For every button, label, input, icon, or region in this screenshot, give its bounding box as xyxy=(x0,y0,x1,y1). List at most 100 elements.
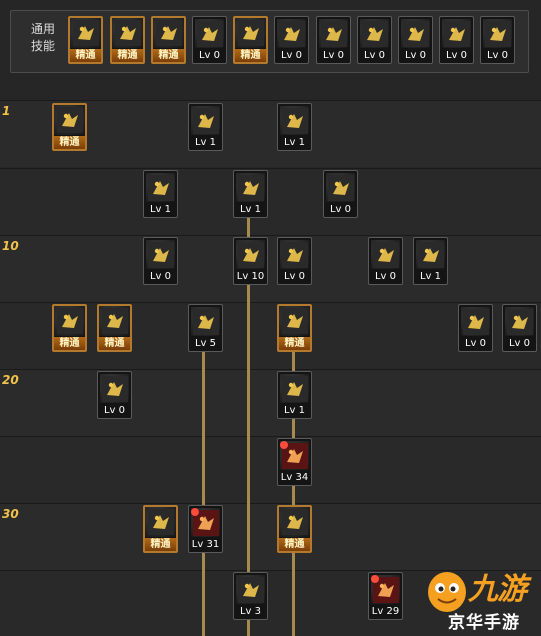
common-skill-button[interactable]: 精通 xyxy=(233,16,268,64)
common-skill-button[interactable]: Lv 0 xyxy=(192,16,227,64)
aura-man-icon xyxy=(442,19,471,48)
common-skill-button[interactable]: Lv 0 xyxy=(316,16,351,64)
watermark-caption: 京华手游 xyxy=(448,613,520,633)
skill-button[interactable]: Lv 0 xyxy=(458,304,493,352)
skill-level-label: Lv 0 xyxy=(283,271,306,282)
common-skill-button[interactable]: Lv 0 xyxy=(439,16,474,64)
skill-button[interactable]: Lv 1 xyxy=(413,237,448,285)
skill-level-label: Lv 1 xyxy=(283,405,306,416)
common-skill-button[interactable]: 精通 xyxy=(110,16,145,64)
tree-connector xyxy=(292,484,295,505)
grenade-throw-icon xyxy=(319,19,348,48)
skill-level-label: Lv 0 xyxy=(280,50,303,61)
skill-level-label: Lv 0 xyxy=(329,204,352,215)
skill-level-label: Lv 0 xyxy=(322,50,345,61)
common-skill-button[interactable]: Lv 0 xyxy=(398,16,433,64)
skill-button[interactable]: Lv 34 xyxy=(277,438,312,486)
skill-level-label: Lv 0 xyxy=(508,338,531,349)
skill-button[interactable]: Lv 1 xyxy=(143,170,178,218)
skill-level-label: 精通 xyxy=(235,49,266,62)
skill-level-label: Lv 0 xyxy=(363,50,386,61)
gear-man-icon xyxy=(360,19,389,48)
skill-level-label: 精通 xyxy=(54,136,85,149)
burst-icon xyxy=(146,173,175,202)
skill-level-label: Lv 1 xyxy=(149,204,172,215)
tree-row: 10 xyxy=(0,235,541,302)
skill-level-label: Lv 0 xyxy=(464,338,487,349)
turret-icon xyxy=(326,173,355,202)
spin-shot-icon xyxy=(100,374,129,403)
wings-icon xyxy=(195,19,224,48)
common-skill-button[interactable]: Lv 0 xyxy=(480,16,515,64)
skill-button[interactable]: Lv 1 xyxy=(188,103,223,151)
grenade-icon xyxy=(505,307,534,336)
skill-level-label: Lv 5 xyxy=(194,338,217,349)
skill-button[interactable]: Lv 31 xyxy=(188,505,223,553)
gatling-icon xyxy=(99,306,130,336)
skill-button[interactable]: 精通 xyxy=(97,304,132,352)
rocket-icon xyxy=(279,306,310,336)
common-skills-label: 通用 技能 xyxy=(30,22,55,53)
skill-button[interactable]: 精通 xyxy=(277,304,312,352)
common-skill-button[interactable]: Lv 0 xyxy=(357,16,392,64)
skill-button[interactable]: 精通 xyxy=(52,304,87,352)
skill-level-label: Lv 0 xyxy=(103,405,126,416)
skill-button[interactable]: Lv 0 xyxy=(277,237,312,285)
skill-level-label: Lv 10 xyxy=(236,271,265,282)
flag-icon xyxy=(461,307,490,336)
bullet-rush-icon xyxy=(236,173,265,202)
skill-button[interactable]: Lv 1 xyxy=(277,103,312,151)
common-skill-button[interactable]: Lv 0 xyxy=(274,16,309,64)
explosion-icon xyxy=(236,240,265,269)
skill-button[interactable]: 精通 xyxy=(52,103,87,151)
row-level-label: 1 xyxy=(2,104,11,118)
skill-level-label: Lv 34 xyxy=(280,472,309,483)
spear-icon xyxy=(280,240,309,269)
skill-level-label: Lv 0 xyxy=(404,50,427,61)
row-level-label: 10 xyxy=(2,239,19,253)
skill-level-label: Lv 1 xyxy=(419,271,442,282)
tree-row xyxy=(0,436,541,503)
skill-button[interactable]: Lv 10 xyxy=(233,237,268,285)
shells-icon xyxy=(236,575,265,604)
skill-level-label: 精通 xyxy=(99,337,130,350)
skill-button[interactable]: Lv 0 xyxy=(97,371,132,419)
skill-tree-window: 通用 技能 精通 精通 精通 Lv 0 精通 Lv 0 Lv 0 Lv 0 Lv… xyxy=(0,0,541,636)
row-level-label: 30 xyxy=(2,507,19,521)
skill-level-label: 精通 xyxy=(279,538,310,551)
skill-button[interactable]: Lv 5 xyxy=(188,304,223,352)
skill-button[interactable]: Lv 29 xyxy=(368,572,403,620)
skill-button[interactable]: Lv 0 xyxy=(143,237,178,285)
tree-connector xyxy=(202,350,205,506)
skill-button[interactable]: Lv 0 xyxy=(368,237,403,285)
skill-level-label: 精通 xyxy=(279,337,310,350)
skill-level-label: 精通 xyxy=(153,49,184,62)
skill-level-label: Lv 1 xyxy=(283,137,306,148)
skill-button[interactable]: Lv 0 xyxy=(502,304,537,352)
special-badge-icon xyxy=(280,441,288,449)
kick-arc-icon xyxy=(191,106,220,135)
skill-button[interactable]: Lv 3 xyxy=(233,572,268,620)
row-level-label: 20 xyxy=(2,373,19,387)
skill-button[interactable]: 精通 xyxy=(277,505,312,553)
skill-button[interactable]: 精通 xyxy=(143,505,178,553)
rifle-icon xyxy=(54,306,85,336)
skill-button[interactable]: Lv 0 xyxy=(323,170,358,218)
skill-level-label: Lv 0 xyxy=(486,50,509,61)
common-skill-button[interactable]: 精通 xyxy=(68,16,103,64)
skill-level-label: 精通 xyxy=(112,49,143,62)
skill-level-label: Lv 29 xyxy=(371,606,400,617)
common-skill-button[interactable]: 精通 xyxy=(151,16,186,64)
skill-level-label: Lv 0 xyxy=(198,50,221,61)
eye-slash-icon xyxy=(280,374,309,403)
crosshair-icon xyxy=(277,19,306,48)
skill-level-label: 精通 xyxy=(54,337,85,350)
skill-button[interactable]: Lv 1 xyxy=(277,371,312,419)
skill-level-label: 精通 xyxy=(70,49,101,62)
tree-row: 30 xyxy=(0,503,541,570)
skill-button[interactable]: Lv 1 xyxy=(233,170,268,218)
skill-level-label: Lv 3 xyxy=(239,606,262,617)
claw-slash-icon xyxy=(146,240,175,269)
skill-level-label: Lv 0 xyxy=(445,50,468,61)
star-burst-icon xyxy=(279,507,310,537)
